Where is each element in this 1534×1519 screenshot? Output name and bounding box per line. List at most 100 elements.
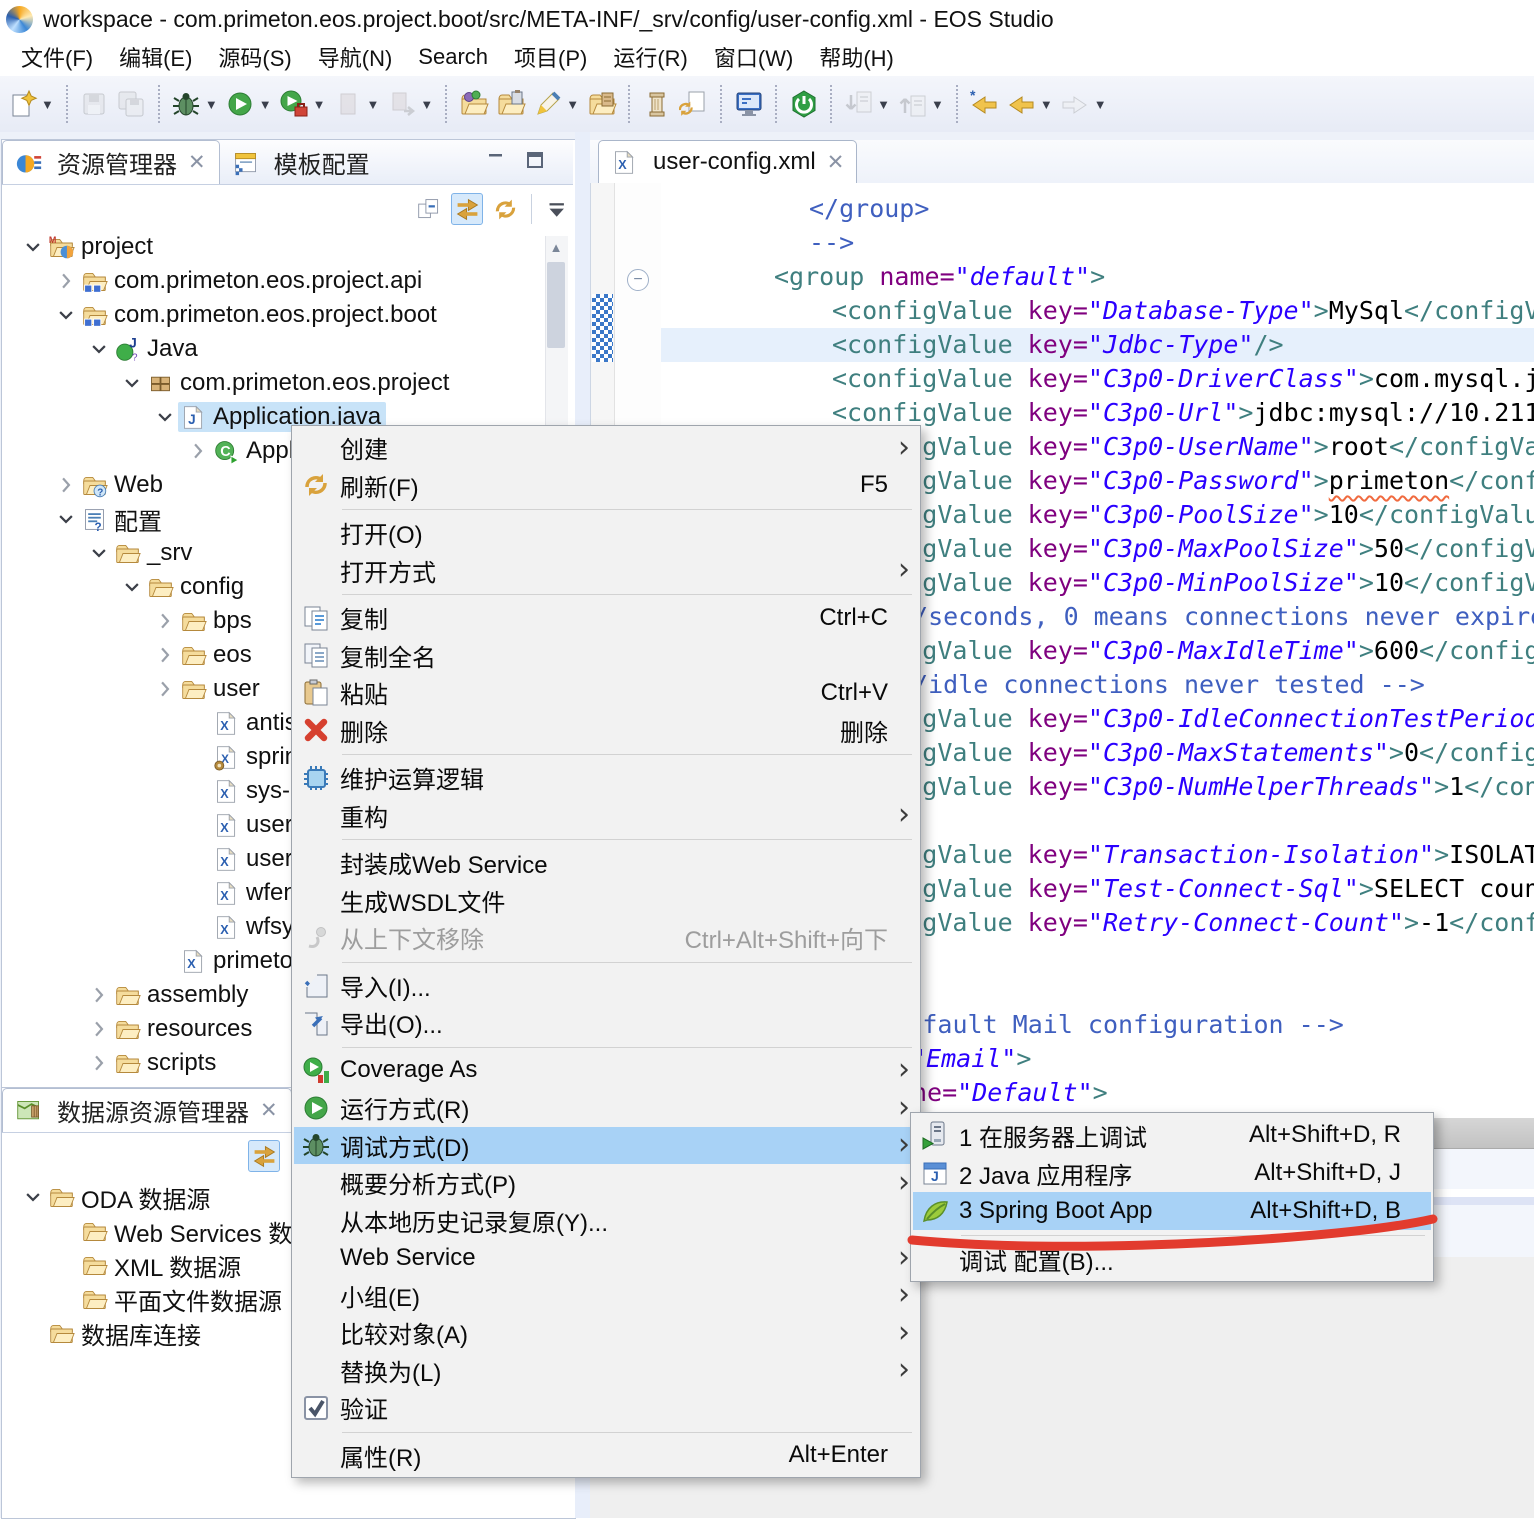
menu-窗口(W)[interactable]: 窗口(W) xyxy=(701,38,806,76)
menu-item-运行方式(R)[interactable]: 运行方式(R)› xyxy=(294,1089,918,1127)
chevron-right-icon[interactable] xyxy=(86,1016,112,1042)
chevron-down-icon[interactable] xyxy=(20,1184,46,1210)
tree-item-com.primeton.eos.project.api[interactable]: com.primeton.eos.project.api xyxy=(2,264,544,298)
chevron-down-icon[interactable] xyxy=(53,506,79,532)
chevron-down-icon[interactable] xyxy=(119,574,145,600)
menu-导航(N)[interactable]: 导航(N) xyxy=(305,38,406,76)
dropdown-arrow-icon[interactable]: ▼ xyxy=(41,97,54,112)
menu-源码(S)[interactable]: 源码(S) xyxy=(205,38,304,76)
dropdown-arrow-icon[interactable]: ▼ xyxy=(931,97,944,112)
sync-file-icon[interactable] xyxy=(676,87,711,122)
chevron-right-icon[interactable] xyxy=(185,438,211,464)
menu-编辑(E)[interactable]: 编辑(E) xyxy=(106,38,205,76)
new-wizard-icon[interactable] xyxy=(5,87,40,122)
menu-item-打开方式[interactable]: 打开方式› xyxy=(294,552,918,590)
spring-boot-icon[interactable] xyxy=(786,87,821,122)
open-type-icon[interactable] xyxy=(456,87,491,122)
chevron-down-icon[interactable] xyxy=(20,234,46,260)
menu-item-调试 配置(B)...[interactable]: 调试 配置(B)... xyxy=(913,1240,1431,1278)
close-tab-icon[interactable]: ✕ xyxy=(827,150,845,175)
menu-item-Web Service[interactable]: Web Service› xyxy=(294,1239,918,1277)
dropdown-arrow-icon[interactable]: ▼ xyxy=(420,97,433,112)
menu-文件(F)[interactable]: 文件(F) xyxy=(8,38,106,76)
chevron-right-icon[interactable] xyxy=(53,268,79,294)
menu-item-从本地历史记录复原(Y)...[interactable]: 从本地历史记录复原(Y)... xyxy=(294,1202,918,1240)
chevron-right-icon[interactable] xyxy=(86,982,112,1008)
chevron-right-icon[interactable] xyxy=(152,676,178,702)
dropdown-arrow-icon[interactable]: ▼ xyxy=(259,97,272,112)
chevron-right-icon[interactable] xyxy=(152,608,178,634)
menu-item-小组(E)[interactable]: 小组(E)› xyxy=(294,1277,918,1315)
marker-pen-icon[interactable] xyxy=(530,87,565,122)
menu-item-导出(O)...[interactable]: 导出(O)... xyxy=(294,1004,918,1042)
search-folder-icon[interactable] xyxy=(584,87,619,122)
dropdown-arrow-icon[interactable]: ▼ xyxy=(205,97,218,112)
menu-item-维护运算逻辑[interactable]: 维护运算逻辑 xyxy=(294,759,918,797)
link-editor-icon[interactable] xyxy=(451,193,483,225)
tree-item-Java[interactable]: J?Java xyxy=(2,332,544,366)
close-tab-icon[interactable]: ✕ xyxy=(188,150,206,175)
chevron-down-icon[interactable] xyxy=(119,370,145,396)
link-editor-icon[interactable] xyxy=(248,1140,280,1172)
menu-item-封装成Web Service[interactable]: 封装成Web Service xyxy=(294,844,918,882)
maximize-icon[interactable] xyxy=(525,150,546,176)
scrollbar-up-icon[interactable]: ▲ xyxy=(548,240,564,256)
close-tab-icon[interactable]: ✕ xyxy=(260,1098,278,1123)
menu-item-复制全名[interactable]: 复制全名 xyxy=(294,637,918,675)
dropdown-arrow-icon[interactable]: ▼ xyxy=(313,97,326,112)
tree-item-project[interactable]: Mproject xyxy=(2,230,544,264)
collapse-all-icon[interactable] xyxy=(414,194,444,224)
menu-item-3 Spring Boot App[interactable]: 3 Spring Boot AppAlt+Shift+D, B xyxy=(913,1192,1431,1230)
menu-item-概要分析方式(P)[interactable]: 概要分析方式(P)› xyxy=(294,1164,918,1202)
menu-item-比较对象(A)[interactable]: 比较对象(A)› xyxy=(294,1314,918,1352)
chevron-right-icon[interactable] xyxy=(53,472,79,498)
dropdown-arrow-icon[interactable]: ▼ xyxy=(1094,97,1107,112)
menu-项目(P)[interactable]: 项目(P) xyxy=(501,38,600,76)
menu-item-粘贴[interactable]: 粘贴Ctrl+V xyxy=(294,674,918,712)
menu-item-刷新(F)[interactable]: 刷新(F)F5 xyxy=(294,467,918,505)
open-task-icon[interactable] xyxy=(493,87,528,122)
last-edit-location-icon[interactable]: * xyxy=(967,87,1002,122)
tab-数据源资源管理器[interactable]: 数据源资源管理器✕ xyxy=(2,1088,292,1132)
collapse-all-icon[interactable] xyxy=(212,1142,242,1172)
debug-bug-icon[interactable] xyxy=(169,87,204,122)
menu-item-属性(R)[interactable]: 属性(R)Alt+Enter xyxy=(294,1437,918,1475)
menu-item-验证[interactable]: 验证 xyxy=(294,1389,918,1427)
tab-模板配置[interactable]: 模板配置 xyxy=(220,141,383,184)
chevron-right-icon[interactable] xyxy=(86,1050,112,1076)
dropdown-arrow-icon[interactable]: ▼ xyxy=(1040,97,1053,112)
chevron-down-icon[interactable] xyxy=(53,302,79,328)
chevron-right-icon[interactable] xyxy=(152,642,178,668)
collapse-fold-icon[interactable]: − xyxy=(627,269,649,291)
menu-运行(R)[interactable]: 运行(R) xyxy=(600,38,701,76)
menu-item-调试方式(D)[interactable]: 调试方式(D)› xyxy=(294,1127,918,1165)
chevron-down-icon[interactable] xyxy=(86,540,112,566)
dropdown-arrow-icon[interactable]: ▼ xyxy=(877,97,890,112)
chevron-down-icon[interactable] xyxy=(152,404,178,430)
menu-Search[interactable]: Search xyxy=(405,41,501,73)
menu-item-删除[interactable]: 删除删除 xyxy=(294,712,918,750)
menu-item-打开(O)[interactable]: 打开(O) xyxy=(294,514,918,552)
run-green-icon[interactable] xyxy=(223,87,258,122)
refresh-view-icon[interactable] xyxy=(490,194,520,224)
menu-item-2 Java 应用程序[interactable]: J2 Java 应用程序Alt+Shift+D, J xyxy=(913,1154,1431,1192)
menu-item-创建[interactable]: 创建› xyxy=(294,429,918,467)
view-menu-icon[interactable] xyxy=(543,194,573,224)
menu-item-1 在服务器上调试[interactable]: 1 在服务器上调试Alt+Shift+D, R xyxy=(913,1116,1431,1154)
minimize-icon[interactable] xyxy=(486,150,507,176)
run-config-icon[interactable] xyxy=(277,87,312,122)
tree-item-com.primeton.eos.project.boot[interactable]: com.primeton.eos.project.boot xyxy=(2,298,544,332)
console-icon[interactable] xyxy=(731,87,766,122)
scrollbar-thumb[interactable] xyxy=(547,262,565,348)
tab-资源管理器[interactable]: 资源管理器✕ xyxy=(2,140,220,184)
menu-item-Coverage As[interactable]: Coverage As› xyxy=(294,1052,918,1090)
tree-item-com.primeton.eos.project[interactable]: com.primeton.eos.project xyxy=(2,366,544,400)
menu-item-替换为(L)[interactable]: 替换为(L)› xyxy=(294,1352,918,1390)
dropdown-arrow-icon[interactable]: ▼ xyxy=(367,97,380,112)
chevron-down-icon[interactable] xyxy=(86,336,112,362)
dropdown-arrow-icon[interactable]: ▼ xyxy=(566,97,579,112)
menu-item-复制[interactable]: 复制Ctrl+C xyxy=(294,599,918,637)
spool-icon[interactable] xyxy=(639,87,674,122)
menu-item-导入(I)...[interactable]: 导入(I)... xyxy=(294,967,918,1005)
editor-tab-user-config[interactable]: X user-config.xml ✕ xyxy=(598,140,857,183)
